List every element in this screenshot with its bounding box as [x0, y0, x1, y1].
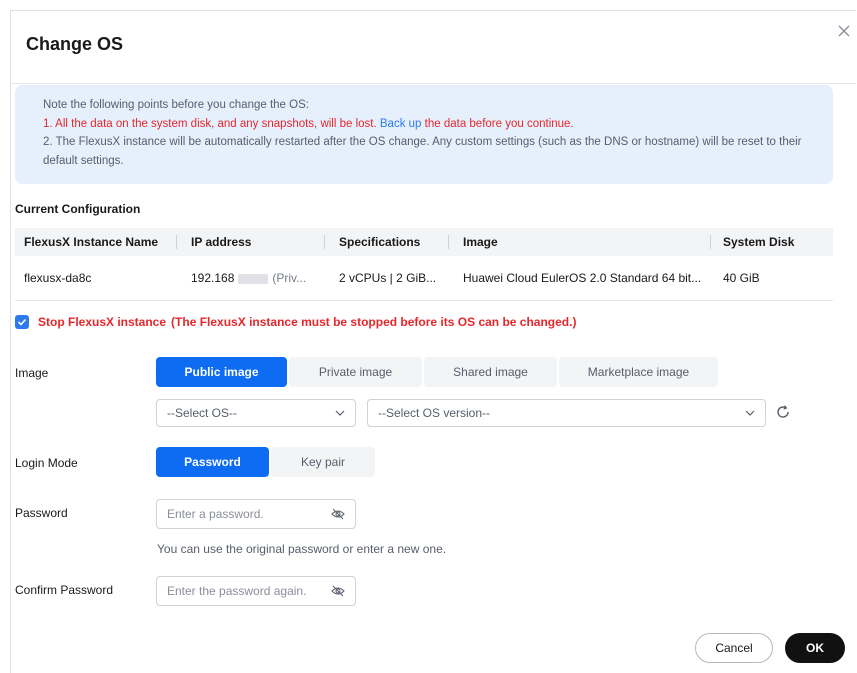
refresh-icon[interactable] [775, 404, 791, 420]
notice-point-2: 2. The FlexusX instance will be automati… [43, 136, 802, 167]
eye-hidden-icon[interactable] [331, 585, 345, 597]
config-table: FlexusX Instance Name IP address Specifi… [15, 228, 833, 301]
cell-ip: 192.168 (Priv... [177, 271, 325, 285]
notice-box: Note the following points before you cha… [15, 85, 833, 184]
col-header-image: Image [449, 235, 711, 249]
tab-public-image[interactable]: Public image [156, 357, 287, 387]
stop-instance-option[interactable]: Stop FlexusX instance (The FlexusX insta… [15, 315, 576, 329]
confirm-password-label: Confirm Password [15, 583, 114, 597]
stop-instance-label: Stop FlexusX instance [38, 315, 167, 329]
dialog-title: Change OS [26, 34, 124, 54]
stop-instance-note: (The FlexusX instance must be stopped be… [171, 315, 577, 329]
select-os-version-placeholder: --Select OS version-- [378, 406, 491, 420]
notice-point-1-rest: the data before you continue. [424, 117, 574, 130]
stop-instance-checkbox[interactable] [15, 315, 29, 329]
col-header-name: FlexusX Instance Name [15, 235, 177, 249]
confirm-password-input[interactable]: Enter the password again. [156, 576, 356, 606]
tab-shared-image[interactable]: Shared image [424, 357, 557, 387]
select-os-dropdown[interactable]: --Select OS-- [156, 399, 356, 427]
cell-image: Huawei Cloud EulerOS 2.0 Standard 64 bit… [463, 271, 702, 285]
cell-specs: 2 vCPUs | 2 GiB... [339, 271, 437, 285]
chevron-down-icon [335, 410, 345, 416]
select-os-version-dropdown[interactable]: --Select OS version-- [367, 399, 766, 427]
ip-prefix: 192.168 [191, 271, 235, 285]
image-label: Image [15, 366, 49, 380]
col-header-disk: System Disk [723, 235, 795, 249]
password-hint: You can use the original password or ent… [157, 542, 447, 556]
check-icon [17, 318, 27, 326]
password-label: Password [15, 506, 68, 520]
login-option-key-pair[interactable]: Key pair [271, 447, 375, 477]
confirm-password-placeholder: Enter the password again. [167, 584, 307, 598]
col-header-ip: IP address [177, 235, 325, 249]
password-placeholder: Enter a password. [167, 507, 264, 521]
header-divider [11, 83, 856, 84]
cell-name: flexusx-da8c [24, 271, 92, 285]
ip-type: (Priv... [272, 271, 307, 285]
login-option-password[interactable]: Password [156, 447, 269, 477]
cell-disk: 40 GiB [723, 271, 760, 285]
chevron-down-icon [745, 410, 755, 416]
ip-redacted [238, 273, 269, 284]
notice-heading: Note the following points before you cha… [43, 99, 309, 111]
tab-private-image[interactable]: Private image [289, 357, 422, 387]
password-input[interactable]: Enter a password. [156, 499, 356, 529]
ok-button[interactable]: OK [785, 633, 845, 663]
col-header-specs: Specifications [325, 235, 449, 249]
image-type-tabs: Public image Private image Shared image … [156, 357, 720, 387]
table-row: flexusx-da8c 192.168 (Priv... 2 vCPUs | 2… [15, 256, 833, 301]
tab-marketplace-image[interactable]: Marketplace image [559, 357, 718, 387]
select-os-placeholder: --Select OS-- [167, 406, 238, 420]
backup-link[interactable]: Back up [380, 118, 422, 130]
close-icon[interactable] [836, 23, 852, 39]
table-header: FlexusX Instance Name IP address Specifi… [15, 228, 833, 256]
cancel-button[interactable]: Cancel [695, 633, 773, 663]
login-mode-tabs: Password Key pair [156, 447, 377, 477]
notice-data-loss-warning: 1. All the data on the system disk, and … [43, 117, 377, 130]
current-config-title: Current Configuration [15, 202, 141, 216]
eye-hidden-icon[interactable] [331, 508, 345, 520]
login-mode-label: Login Mode [15, 456, 78, 470]
notice-point-1: 1. All the data on the system disk, and … [43, 115, 819, 134]
